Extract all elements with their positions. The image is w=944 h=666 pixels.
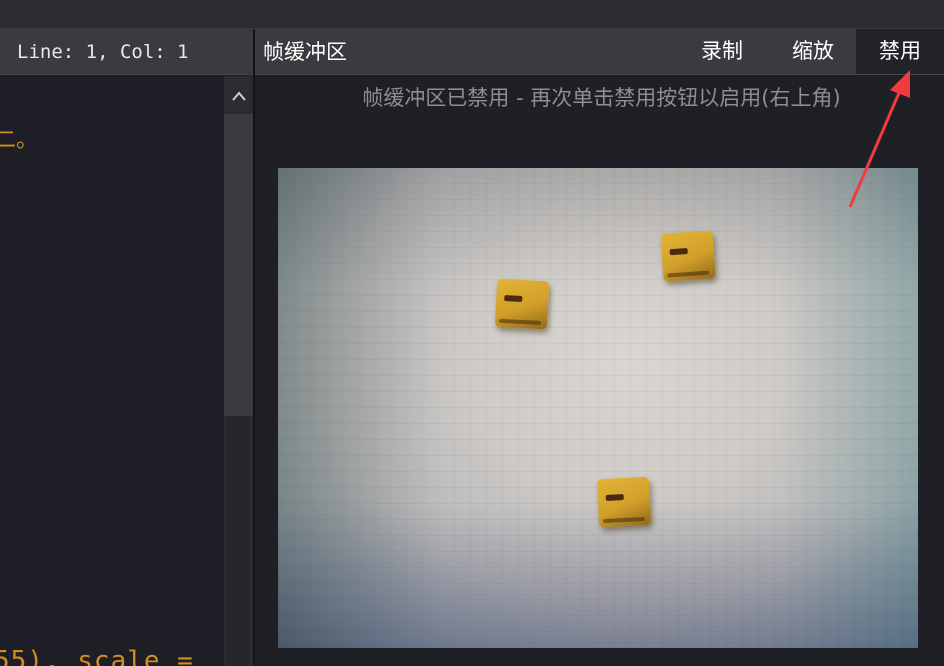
app-window: Line: 1, Col: 1 二。 55), scale = 帧缓冲区 录制 … bbox=[0, 0, 944, 666]
frame-buffer-header: 帧缓冲区 录制 缩放 禁用 bbox=[255, 29, 944, 75]
frame-buffer-disabled-message: 帧缓冲区已禁用 - 再次单击禁用按钮以启用(右上角) bbox=[362, 86, 841, 110]
chevron-up-icon[interactable] bbox=[224, 76, 253, 114]
scrollbar-thumb[interactable] bbox=[224, 114, 253, 416]
record-button[interactable]: 录制 bbox=[687, 29, 757, 74]
yellow-block bbox=[660, 230, 716, 282]
editor-cursor-status: Line: 1, Col: 1 bbox=[0, 29, 253, 75]
top-strip bbox=[0, 0, 944, 29]
scrollbar-track[interactable] bbox=[226, 416, 250, 666]
zoom-button[interactable]: 缩放 bbox=[773, 29, 853, 74]
frame-buffer-title: 帧缓冲区 bbox=[263, 40, 347, 64]
frame-buffer-panel: 帧缓冲区已禁用 - 再次单击禁用按钮以启用(右上角) bbox=[255, 76, 944, 666]
yellow-block bbox=[494, 278, 550, 330]
disable-button[interactable]: 禁用 bbox=[856, 29, 944, 74]
code-editor[interactable]: 二。 55), scale = bbox=[0, 76, 224, 666]
editor-scrollbar[interactable] bbox=[224, 76, 253, 666]
yellow-block bbox=[596, 476, 652, 528]
code-line: 55), scale = bbox=[0, 646, 194, 666]
code-line: 二。 bbox=[0, 128, 39, 153]
frame-buffer-image bbox=[278, 168, 918, 648]
